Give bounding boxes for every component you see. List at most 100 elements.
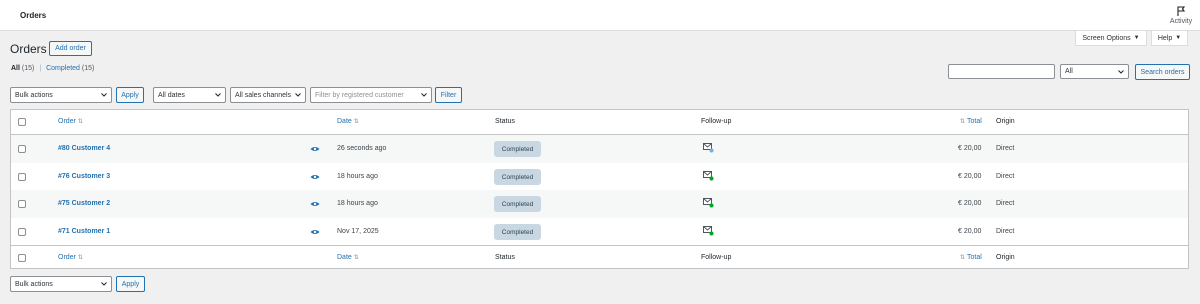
mail-check-icon — [703, 226, 714, 236]
order-link[interactable]: #75 Customer 2 — [58, 200, 110, 207]
table-footer-row: Order ⇅ Date ⇅ Status Follow-up ⇅ Total Ori… — [11, 245, 1188, 270]
table-row[interactable]: #75 Customer 2 18 hours ago Completed € … — [11, 190, 1188, 218]
chevron-down-icon — [101, 93, 107, 97]
activity-button[interactable]: Activity — [1168, 5, 1194, 25]
order-origin: Direct — [996, 145, 1015, 152]
mail-check-icon — [703, 198, 714, 208]
chevron-down-icon — [1118, 70, 1124, 74]
column-total-label[interactable]: Total — [967, 118, 982, 125]
top-bar-title: Orders — [20, 11, 47, 20]
row-checkbox[interactable] — [18, 145, 26, 153]
column-date-label[interactable]: Date — [337, 118, 352, 125]
order-total: € 20,00 — [958, 228, 982, 235]
column-status-header: Status — [495, 118, 515, 125]
order-total: € 20,00 — [958, 173, 982, 180]
chevron-down-icon — [421, 93, 427, 97]
chevron-down-icon — [215, 93, 221, 97]
table-row[interactable]: #76 Customer 3 18 hours ago Completed € … — [11, 163, 1188, 191]
table-header-row: Order ⇅ Date ⇅ Status Follow-up ⇅ Total Ori… — [11, 110, 1188, 135]
top-bar: Orders Activity — [0, 0, 1200, 31]
sales-channels-select[interactable]: All sales channels — [230, 87, 306, 103]
views-separator: | — [39, 65, 42, 72]
sales-channels-value: All sales channels — [235, 91, 292, 99]
table-row[interactable]: #80 Customer 4 26 seconds ago Completed … — [11, 135, 1188, 163]
order-origin: Direct — [996, 173, 1015, 180]
sort-icon: ⇅ — [353, 255, 359, 261]
select-all-checkbox[interactable] — [18, 254, 26, 262]
eye-icon[interactable] — [310, 146, 320, 152]
column-total-footer[interactable]: ⇅ Total — [960, 254, 982, 261]
orders-table: Order ⇅ Date ⇅ Status Follow-up ⇅ Total Ori… — [10, 109, 1189, 269]
chevron-down-icon — [101, 282, 107, 286]
order-origin: Direct — [996, 228, 1015, 235]
status-select[interactable]: All — [1060, 64, 1129, 79]
search-input[interactable] — [948, 64, 1055, 79]
order-link[interactable]: #76 Customer 3 — [58, 173, 110, 180]
sort-icon: ⇅ — [77, 255, 83, 261]
caret-down-icon: ▼ — [1133, 35, 1140, 41]
dates-select[interactable]: All dates — [153, 87, 226, 103]
flag-icon — [1177, 6, 1186, 16]
column-total-label[interactable]: Total — [967, 254, 982, 261]
order-views: All (15) | Completed (15) — [11, 65, 94, 72]
customer-filter-placeholder: Filter by registered customer — [315, 91, 404, 99]
customer-filter-select[interactable]: Filter by registered customer — [310, 87, 432, 103]
eye-icon[interactable] — [310, 174, 320, 180]
screen-options-button[interactable]: Screen Options ▼ — [1075, 31, 1147, 46]
activity-label: Activity — [1169, 18, 1193, 25]
select-all-checkbox[interactable] — [18, 118, 26, 126]
column-followup-footer: Follow-up — [701, 254, 732, 261]
dates-value: All dates — [158, 91, 185, 99]
help-button[interactable]: Help ▼ — [1151, 31, 1188, 46]
mail-check-icon — [703, 171, 714, 181]
column-origin-header: Origin — [996, 118, 1015, 125]
status-badge: Completed — [494, 169, 541, 185]
order-link[interactable]: #80 Customer 4 — [58, 145, 110, 152]
chevron-down-icon — [295, 93, 301, 97]
column-total-header[interactable]: ⇅ Total — [960, 118, 982, 125]
order-link[interactable]: #71 Customer 1 — [58, 228, 110, 235]
status-badge: Completed — [494, 224, 541, 240]
bulk-actions-select[interactable]: Bulk actions — [10, 87, 112, 103]
order-origin: Direct — [996, 200, 1015, 207]
view-completed-link[interactable]: Completed — [46, 65, 80, 72]
order-date: 18 hours ago — [337, 173, 378, 180]
column-date-footer[interactable]: Date ⇅ — [337, 254, 359, 261]
column-date-label[interactable]: Date — [337, 254, 352, 261]
order-total: € 20,00 — [958, 200, 982, 207]
filter-button[interactable]: Filter — [435, 87, 462, 103]
row-checkbox[interactable] — [18, 228, 26, 236]
view-all-label[interactable]: All — [11, 65, 20, 72]
column-order-footer[interactable]: Order ⇅ — [58, 254, 83, 261]
add-order-button[interactable]: Add order — [49, 41, 92, 56]
status-badge: Completed — [494, 196, 541, 212]
bottom-bulk-actions-value: Bulk actions — [15, 280, 53, 288]
sort-icon: ⇅ — [353, 119, 359, 125]
mail-check-icon — [703, 143, 714, 153]
column-order-label[interactable]: Order — [58, 254, 76, 261]
sort-icon: ⇅ — [77, 119, 83, 125]
sort-icon: ⇅ — [960, 255, 966, 261]
status-select-value: All — [1065, 68, 1073, 75]
help-label: Help — [1157, 34, 1173, 42]
column-order-header[interactable]: Order ⇅ — [58, 118, 83, 125]
view-all-count: (15) — [21, 65, 35, 72]
column-order-label[interactable]: Order — [58, 118, 76, 125]
bulk-actions-value: Bulk actions — [15, 91, 53, 99]
apply-button[interactable]: Apply — [116, 87, 144, 103]
search-orders-button[interactable]: Search orders — [1135, 64, 1190, 80]
row-checkbox[interactable] — [18, 200, 26, 208]
caret-down-icon: ▼ — [1175, 35, 1182, 41]
view-completed-count: (15) — [81, 65, 95, 72]
row-checkbox[interactable] — [18, 173, 26, 181]
sort-icon: ⇅ — [960, 119, 966, 125]
status-badge: Completed — [494, 141, 541, 157]
eye-icon[interactable] — [310, 201, 320, 207]
order-total: € 20,00 — [958, 145, 982, 152]
screen-options-label: Screen Options — [1082, 34, 1131, 42]
eye-icon[interactable] — [310, 229, 320, 235]
bottom-apply-button[interactable]: Apply — [116, 276, 145, 292]
table-row[interactable]: #71 Customer 1 Nov 17, 2025 Completed € … — [11, 218, 1188, 246]
column-date-header[interactable]: Date ⇅ — [337, 118, 359, 125]
bottom-bulk-actions-select[interactable]: Bulk actions — [10, 276, 112, 292]
